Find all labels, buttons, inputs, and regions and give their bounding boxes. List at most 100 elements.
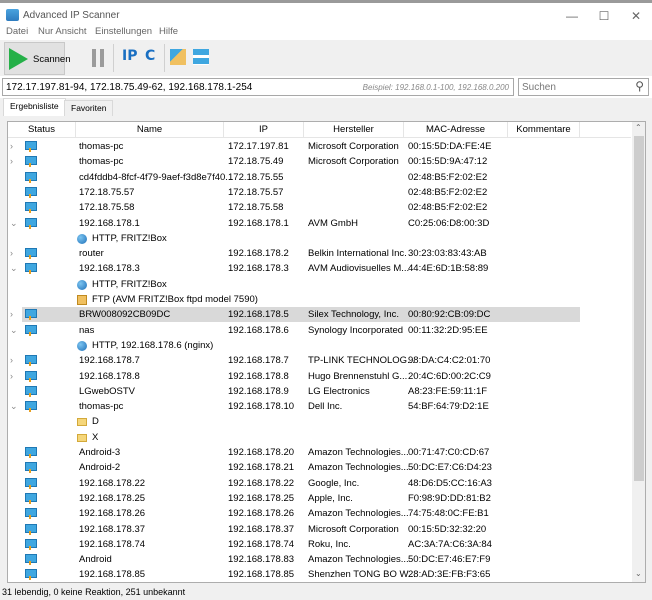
- menu-einstellungen[interactable]: Einstellungen: [95, 26, 152, 37]
- service-row[interactable]: HTTP, FRITZ!Box: [8, 277, 631, 292]
- cell-vendor: Amazon Technologies...: [308, 447, 409, 458]
- play-icon: [9, 48, 28, 70]
- service-label[interactable]: HTTP, FRITZ!Box: [92, 231, 167, 246]
- computer-icon: [25, 355, 37, 367]
- cell-ip: 192.168.178.83: [228, 554, 295, 566]
- table-row[interactable]: 192.168.178.74 192.168.178.74 Roku, Inc. AC…: [8, 537, 631, 552]
- service-row[interactable]: HTTP, FRITZ!Box: [8, 231, 631, 246]
- table-row[interactable]: 172.18.75.57 172.18.75.57 02:48:B5:F2:02:E…: [8, 185, 631, 200]
- cell-mac: 50:DC:E7:C6:D4:23: [408, 462, 492, 474]
- menu-hilfe[interactable]: Hilfe: [159, 26, 178, 37]
- table-row[interactable]: › router 192.168.178.2 Belkin International…: [8, 246, 631, 261]
- scrollbar-thumb[interactable]: [634, 136, 644, 481]
- collapse-chevron-icon[interactable]: ⌄: [10, 216, 18, 231]
- cell-mac: 00:15:5D:DA:FE:4E: [408, 141, 492, 152]
- toolbar-separator: [164, 44, 165, 72]
- expand-chevron-icon[interactable]: ›: [10, 246, 13, 261]
- cell-name: 192.168.178.1: [79, 217, 140, 229]
- table-row[interactable]: 192.168.178.22 192.168.178.22 Google, Inc.…: [8, 476, 631, 491]
- table-row[interactable]: 192.168.178.37 192.168.178.37 Microsoft Co…: [8, 522, 631, 537]
- c-subnet-button[interactable]: C: [145, 48, 155, 64]
- collapse-chevron-icon[interactable]: ⌄: [10, 261, 18, 276]
- service-row[interactable]: FTP (AVM FRITZ!Box ftpd model 7590): [8, 292, 631, 307]
- expand-chevron-icon[interactable]: ›: [10, 307, 13, 322]
- cell-ip: 192.168.178.9: [228, 385, 289, 397]
- menu-nur-ansicht[interactable]: Nur Ansicht: [38, 26, 87, 37]
- table-row[interactable]: › 192.168.178.7 192.168.178.7 TP-LINK TECHN…: [8, 353, 631, 368]
- service-row[interactable]: X: [8, 430, 631, 445]
- scan-button[interactable]: Scannen: [4, 42, 71, 75]
- service-row[interactable]: D: [8, 414, 631, 429]
- computer-icon: [25, 538, 37, 550]
- close-button[interactable]: ✕: [620, 6, 652, 26]
- collapse-chevron-icon[interactable]: ⌄: [10, 323, 18, 338]
- service-label[interactable]: D: [92, 414, 99, 429]
- table-row[interactable]: › BRW008092CB09DC 192.168.178.5 Silex Techn…: [8, 307, 631, 323]
- service-label[interactable]: FTP (AVM FRITZ!Box ftpd model 7590): [92, 292, 258, 307]
- expand-all-icon[interactable]: [170, 49, 186, 65]
- computer-icon: [25, 309, 37, 321]
- table-row[interactable]: ⌄ nas 192.168.178.6 Synology Incorporated 00…: [8, 323, 631, 338]
- expand-chevron-icon[interactable]: ›: [10, 139, 13, 154]
- column-kommentare[interactable]: Kommentare: [508, 122, 580, 138]
- table-row[interactable]: cd4fddb4-8fcf-4f79-9aef-f3d8e7f40... 172.…: [8, 170, 631, 185]
- cell-vendor: Amazon Technologies...: [308, 508, 409, 520]
- column-hersteller[interactable]: Hersteller: [304, 122, 404, 138]
- table-row[interactable]: ⌄ 192.168.178.1 192.168.178.1 AVM GmbH C0:25…: [8, 216, 631, 231]
- table-row[interactable]: › thomas-pc 172.18.75.49 Microsoft Corporat…: [8, 154, 631, 169]
- collapse-chevron-icon[interactable]: ⌄: [10, 399, 18, 414]
- tab-bar: Ergebnisliste Favoriten: [0, 98, 652, 116]
- table-row[interactable]: › thomas-pc 172.17.197.81 Microsoft Corpora…: [8, 139, 631, 154]
- cell-vendor: AVM GmbH: [308, 217, 358, 229]
- ip-range-input[interactable]: 172.17.197.81-94, 172.18.75.49-62, 192.1…: [2, 78, 514, 96]
- collapse-all-icon[interactable]: [193, 49, 209, 65]
- table-row[interactable]: Android-2 192.168.178.21 Amazon Technologi…: [8, 460, 631, 475]
- cell-vendor: Synology Incorporated: [308, 324, 404, 336]
- computer-icon: [25, 447, 37, 458]
- cell-vendor: Dell Inc.: [308, 401, 343, 413]
- tab-favoriten[interactable]: Favoriten: [64, 100, 114, 116]
- cell-mac: 30:23:03:83:43:AB: [408, 248, 487, 260]
- search-icon[interactable]: ⚲: [635, 79, 644, 93]
- cell-mac: 02:48:B5:F2:02:E2: [408, 186, 488, 198]
- cell-name: 192.168.178.26: [79, 508, 146, 520]
- table-row[interactable]: Android 192.168.178.83 Amazon Technologies…: [8, 552, 631, 567]
- scroll-up-arrow[interactable]: ⌃: [635, 123, 642, 132]
- table-row[interactable]: Android-3 192.168.178.20 Amazon Technologi…: [8, 445, 631, 460]
- maximize-button[interactable]: ☐: [588, 6, 620, 26]
- cell-ip: 192.168.178.21: [228, 462, 295, 474]
- vertical-scrollbar[interactable]: ⌃ ⌄: [632, 122, 645, 582]
- menu-datei[interactable]: Datei: [6, 26, 28, 37]
- table-row[interactable]: ⌄ 192.168.178.3 192.168.178.3 AVM Audiovisu…: [8, 261, 631, 276]
- computer-icon: [25, 477, 37, 489]
- cell-mac: 00:15:5D:32:32:20: [408, 523, 487, 535]
- expand-chevron-icon[interactable]: ›: [10, 369, 13, 384]
- pause-button[interactable]: [92, 49, 104, 67]
- globe-icon: [77, 279, 87, 290]
- table-row[interactable]: ⌄ thomas-pc 192.168.178.10 Dell Inc. 54:BF:6…: [8, 399, 631, 414]
- column-name[interactable]: Name: [76, 122, 224, 138]
- table-row[interactable]: 192.168.178.85 192.168.178.85 Shenzhen TON…: [8, 567, 631, 582]
- table-row[interactable]: 192.168.178.26 192.168.178.26 Amazon Techn…: [8, 506, 631, 521]
- cell-mac: 00:11:32:2D:95:EE: [408, 324, 488, 336]
- expand-chevron-icon[interactable]: ›: [10, 353, 13, 368]
- table-row[interactable]: › 192.168.178.8 192.168.178.8 Hugo Brennens…: [8, 369, 631, 384]
- table-row[interactable]: 192.168.178.25 192.168.178.25 Apple, Inc. F…: [8, 491, 631, 506]
- ip-scan-button[interactable]: IP: [122, 48, 137, 64]
- column-ip[interactable]: IP: [224, 122, 304, 138]
- table-row[interactable]: 172.18.75.58 172.18.75.58 02:48:B5:F2:02:E…: [8, 200, 631, 215]
- scroll-down-arrow[interactable]: ⌄: [635, 569, 642, 578]
- expand-chevron-icon[interactable]: ›: [10, 154, 13, 169]
- service-row[interactable]: HTTP, 192.168.178.6 (nginx): [8, 338, 631, 353]
- service-label[interactable]: X: [92, 430, 98, 445]
- tab-ergebnisliste[interactable]: Ergebnisliste: [3, 98, 66, 116]
- service-label[interactable]: HTTP, FRITZ!Box: [92, 277, 167, 292]
- column-mac[interactable]: MAC-Adresse: [404, 122, 508, 138]
- service-label[interactable]: HTTP, 192.168.178.6 (nginx): [92, 338, 213, 353]
- cell-name: 192.168.178.85: [79, 569, 146, 581]
- cell-vendor: Google, Inc.: [308, 477, 360, 489]
- search-input[interactable]: Suchen ⚲: [518, 78, 649, 96]
- column-status[interactable]: Status: [8, 122, 76, 138]
- minimize-button[interactable]: —: [556, 6, 588, 26]
- table-row[interactable]: LGwebOSTV 192.168.178.9 LG Electronics A8:2…: [8, 384, 631, 399]
